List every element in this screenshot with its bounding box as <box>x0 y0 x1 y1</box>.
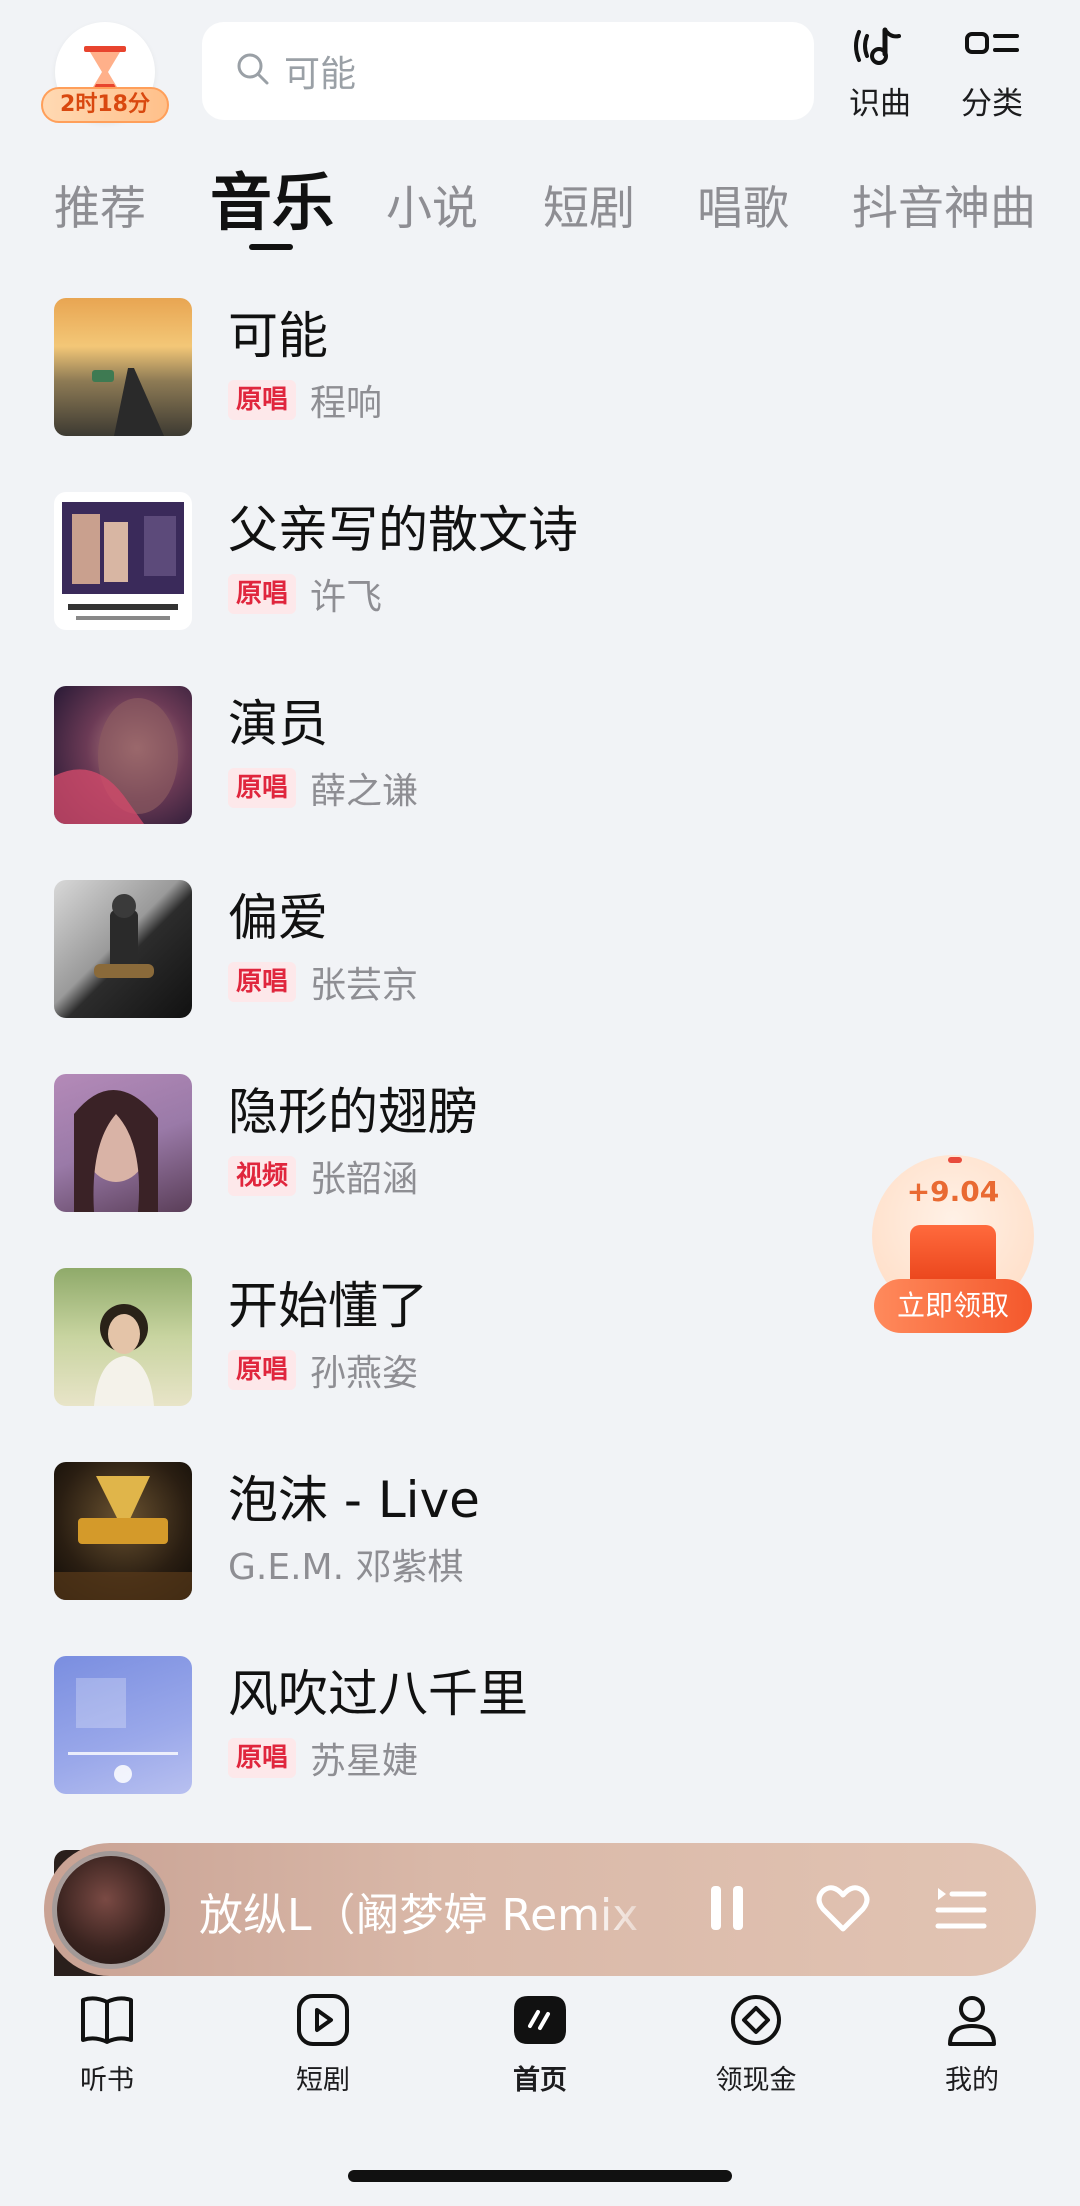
song-row[interactable]: 风吹过八千里 原唱 苏星婕 <box>0 1648 1080 1808</box>
song-meta: 原唱 苏星婕 <box>228 1732 418 1784</box>
reward-dot <box>948 1157 962 1163</box>
album-cover <box>54 1074 192 1212</box>
nav-label: 我的 <box>945 2065 999 2096</box>
song-title: 偏爱 <box>228 889 328 947</box>
song-row[interactable]: 泡沫 - Live G.E.M. 邓紫棋 <box>0 1454 1080 1614</box>
reward-amount: +9.04 <box>906 1175 1000 1208</box>
tab-novel[interactable]: 小说 <box>386 172 478 238</box>
song-row[interactable]: 演员 原唱 薛之谦 <box>0 678 1080 838</box>
song-artist: 薛之谦 <box>310 771 419 812</box>
album-cover <box>54 1656 192 1794</box>
favorite-button[interactable] <box>812 1879 874 1941</box>
profile-icon <box>944 1994 1000 2050</box>
nav-label: 短剧 <box>296 2065 350 2096</box>
song-meta: 原唱 程响 <box>228 374 382 426</box>
song-artist: 孙燕姿 <box>310 1353 419 1394</box>
nav-label: 首页 <box>513 2065 567 2096</box>
song-tag: 原唱 <box>228 574 297 614</box>
song-row[interactable]: 偏爱 原唱 张芸京 <box>0 872 1080 1032</box>
tab-short-drama[interactable]: 短剧 <box>543 172 635 238</box>
song-meta: G.E.M. 邓紫棋 <box>228 1538 463 1590</box>
album-cover <box>54 1268 192 1406</box>
song-tag: 原唱 <box>228 768 297 808</box>
song-artist: G.E.M. 邓紫棋 <box>228 1547 464 1588</box>
nav-profile[interactable]: 我的 <box>902 1994 1042 2114</box>
song-title: 泡沫 - Live <box>228 1471 480 1529</box>
song-row[interactable]: 可能 原唱 程响 <box>0 290 1080 450</box>
cash-icon <box>728 1994 784 2050</box>
search-placeholder: 可能 <box>284 54 357 95</box>
top-bar: 2时18分 可能 识曲 分类 <box>0 0 1080 150</box>
heart-icon <box>815 1883 871 1937</box>
nav-short-drama[interactable]: 短剧 <box>253 1994 393 2114</box>
nav-label: 听书 <box>80 2065 134 2096</box>
album-cover <box>54 686 192 824</box>
nav-home[interactable]: 首页 <box>470 1994 610 2114</box>
song-artist: 苏星婕 <box>310 1741 419 1782</box>
song-title: 隐形的翅膀 <box>228 1083 478 1141</box>
playlist-button[interactable] <box>930 1879 992 1941</box>
song-artist: 张韶涵 <box>310 1159 419 1200</box>
nav-earn-cash[interactable]: 领现金 <box>686 1994 826 2114</box>
song-title: 开始懂了 <box>228 1277 428 1335</box>
claim-now-button[interactable]: 立即领取 <box>874 1279 1032 1333</box>
mini-player[interactable]: 放纵L（阚梦婷 Remix <box>44 1843 1036 1976</box>
song-tag: 原唱 <box>228 1738 297 1778</box>
timer-badge: 2时18分 <box>41 87 169 123</box>
tab-singing[interactable]: 唱歌 <box>697 172 789 238</box>
tab-recommend[interactable]: 推荐 <box>54 172 146 238</box>
music-recognition-icon <box>851 24 909 72</box>
playlist-icon <box>934 1884 988 1936</box>
song-artist: 许飞 <box>310 577 383 618</box>
music-recognition-label: 识曲 <box>849 86 911 122</box>
home-indicator <box>348 2170 732 2182</box>
category-button[interactable]: 分类 <box>947 24 1037 124</box>
pause-button[interactable] <box>696 1879 758 1941</box>
album-cover <box>54 1462 192 1600</box>
album-cover <box>54 880 192 1018</box>
song-tag: 原唱 <box>228 1350 297 1390</box>
music-recognition-button[interactable]: 识曲 <box>835 24 925 124</box>
now-playing-title: 放纵L（阚梦婷 Remix <box>199 1890 639 1941</box>
song-tag: 原唱 <box>228 962 297 1002</box>
song-meta: 原唱 孙燕姿 <box>228 1344 418 1396</box>
active-tab-indicator <box>249 244 293 250</box>
category-tabs: 推荐 音乐 小说 短剧 唱歌 抖音神曲 <box>0 160 1080 260</box>
song-title: 演员 <box>228 695 328 753</box>
search-icon <box>236 52 270 90</box>
book-icon <box>79 1994 135 2050</box>
song-meta: 原唱 薛之谦 <box>228 762 418 814</box>
album-cover <box>54 492 192 630</box>
now-playing-cover[interactable] <box>52 1851 170 1969</box>
song-meta: 原唱 张芸京 <box>228 956 418 1008</box>
song-title: 可能 <box>228 307 328 365</box>
home-icon <box>512 1994 568 2050</box>
search-bar[interactable]: 可能 <box>202 22 814 120</box>
song-title: 风吹过八千里 <box>228 1665 528 1723</box>
listening-timer[interactable]: 2时18分 <box>41 22 169 123</box>
song-tag: 视频 <box>228 1156 297 1196</box>
category-icon <box>963 24 1021 72</box>
tab-douyin-hits[interactable]: 抖音神曲 <box>852 172 1036 238</box>
cash-reward-widget[interactable]: +9.04 立即领取 <box>868 1155 1038 1335</box>
tab-music[interactable]: 音乐 <box>210 152 334 242</box>
song-title: 父亲写的散文诗 <box>228 501 578 559</box>
song-meta: 原唱 许飞 <box>228 568 382 620</box>
nav-audiobook[interactable]: 听书 <box>37 1994 177 2114</box>
song-meta: 视频 张韶涵 <box>228 1150 418 1202</box>
nav-label: 领现金 <box>715 2065 797 2096</box>
song-tag: 原唱 <box>228 380 297 420</box>
album-cover <box>54 298 192 436</box>
pause-icon <box>707 1884 747 1936</box>
category-label: 分类 <box>961 86 1023 122</box>
song-artist: 程响 <box>310 383 383 424</box>
song-artist: 张芸京 <box>310 965 419 1006</box>
play-icon <box>295 1994 351 2050</box>
song-row[interactable]: 父亲写的散文诗 原唱 许飞 <box>0 484 1080 644</box>
